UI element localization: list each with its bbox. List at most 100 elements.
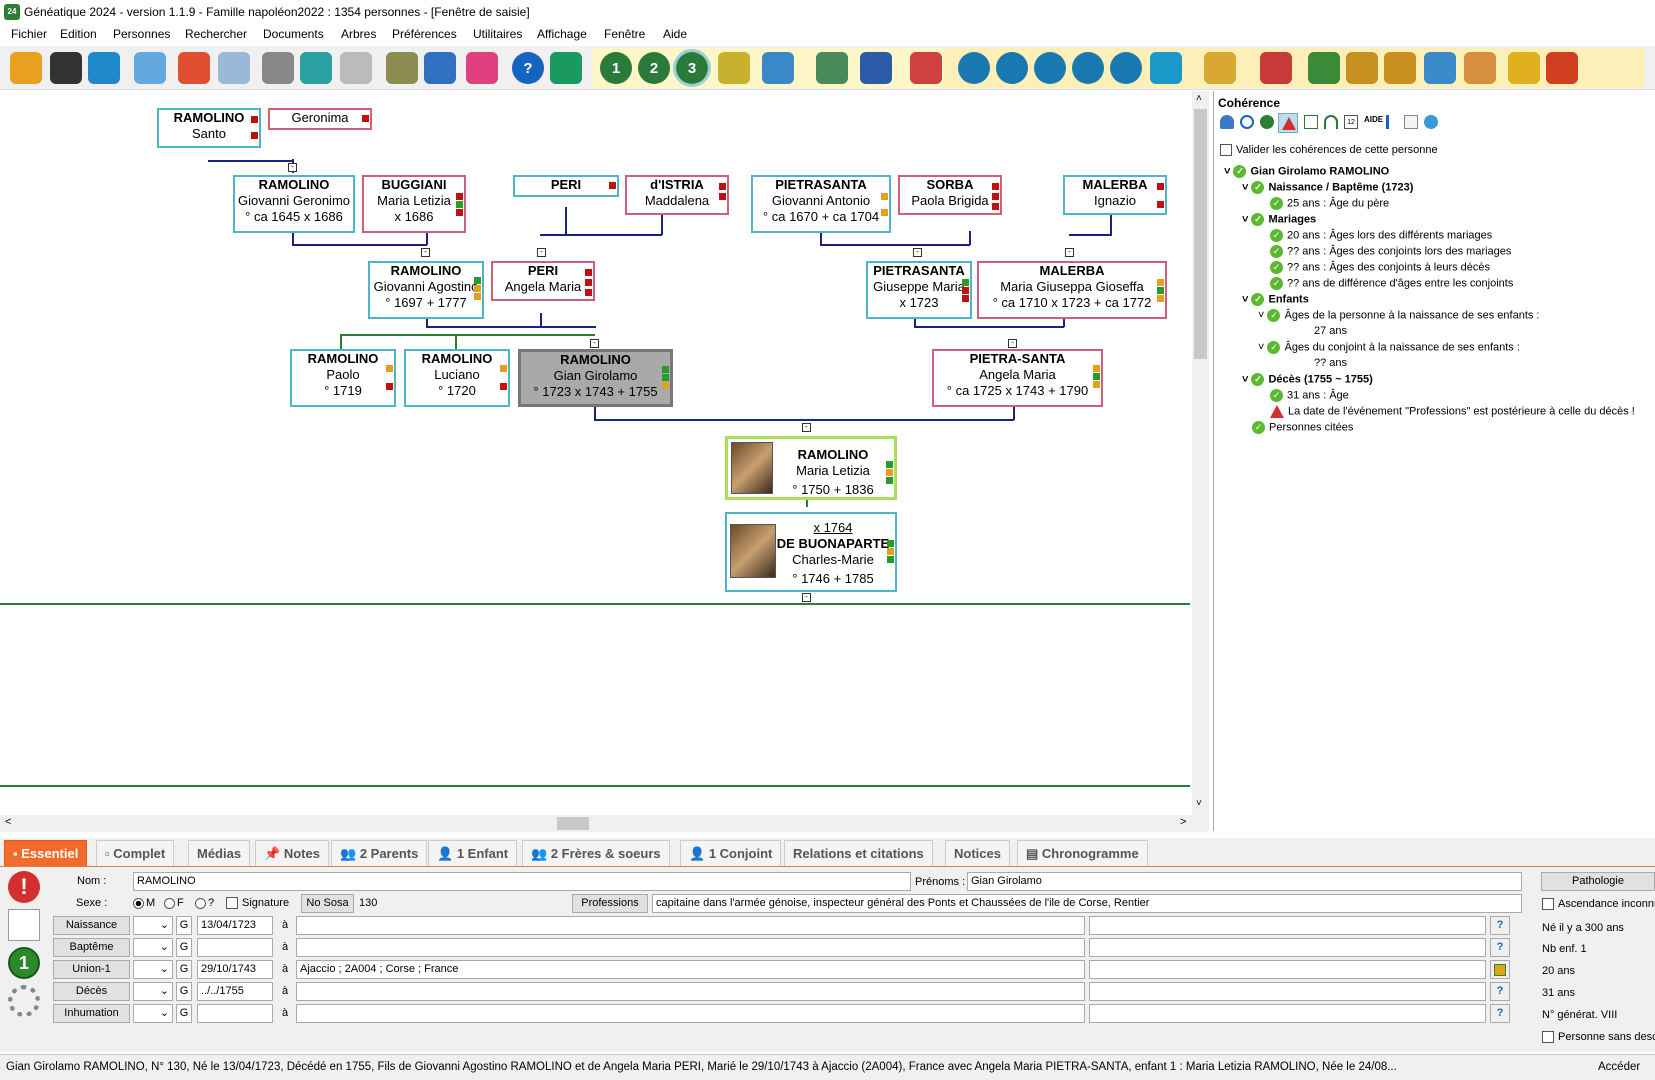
coherence-item[interactable]: ✓?? ans : Âges des conjoints lors des ma… (1270, 245, 1511, 258)
expand-icon[interactable] (1150, 52, 1182, 84)
family-tree-icon[interactable] (718, 52, 750, 84)
star-hand-icon[interactable] (550, 52, 582, 84)
person-box-gian-girolamo-selected[interactable]: RAMOLINO Gian Girolamo ° 1723 x 1743 + 1… (518, 349, 673, 407)
coherence-naissance[interactable]: ˅ ✓ Naissance / Baptême (1723) (1242, 181, 1413, 194)
coherence-enfants[interactable]: ˅ ✓ Enfants (1242, 293, 1309, 306)
scroll-up-icon[interactable]: ˄ (1196, 93, 1202, 104)
sosa-button[interactable]: No Sosa (301, 894, 354, 913)
person-box-peri-angela-maria[interactable]: PERI Angela Maria (491, 261, 595, 301)
document-icon[interactable] (340, 52, 372, 84)
coherence-item[interactable]: ✓?? ans : Âges des conjoints à leurs déc… (1270, 261, 1490, 274)
tab-essentiel[interactable]: ▪ Essentiel (4, 840, 88, 866)
event-bapteme-place[interactable] (296, 938, 1085, 957)
palette-icon[interactable] (466, 52, 498, 84)
coherence-item[interactable]: ✓ 25 ans : Âge du père (1270, 197, 1389, 210)
scroll-thumb[interactable] (557, 817, 589, 830)
event-inhumation-notes[interactable] (1089, 1004, 1486, 1023)
coherence-root[interactable]: ˅ ✓ Gian Girolamo RAMOLINO (1224, 165, 1389, 178)
printer-icon[interactable] (762, 52, 794, 84)
keyboard-icon[interactable] (262, 52, 294, 84)
expand-toggle[interactable]: - (1008, 339, 1017, 348)
coherence-deces[interactable]: ˅ ✓ Décès (1755 ~ 1755) (1242, 373, 1373, 386)
event-inhumation-button[interactable]: Inhumation (53, 1004, 130, 1023)
expand-toggle[interactable]: - (1065, 248, 1074, 257)
expand-toggle[interactable]: - (802, 423, 811, 432)
person-box-geronima[interactable]: Geronima (268, 108, 372, 130)
event-bapteme-notes[interactable] (1089, 938, 1486, 957)
scroll-down-icon[interactable]: ˅ (1196, 798, 1202, 809)
coherence-item[interactable]: ✓ Personnes citées (1252, 421, 1353, 434)
coherence-warning[interactable]: La date de l'événement "Professions" est… (1270, 405, 1635, 418)
coherence-mariages[interactable]: ˅ ✓ Mariages (1242, 213, 1316, 226)
person-add-icon[interactable] (1508, 52, 1540, 84)
arch-icon[interactable] (1324, 115, 1338, 129)
settings-gear-icon[interactable] (8, 985, 40, 1017)
event-union-button[interactable]: Union-1 (53, 960, 130, 979)
ascendance-checkbox[interactable]: Ascendance inconnue (1542, 898, 1655, 911)
menu-aide[interactable]: Aide (663, 27, 687, 41)
person-delete-icon[interactable] (1546, 52, 1578, 84)
menu-personnes[interactable]: Personnes (113, 27, 170, 41)
open-folder-icon[interactable] (10, 52, 42, 84)
tools-icon[interactable] (300, 52, 332, 84)
person-box-santo-ramolino[interactable]: RAMOLINO Santo (157, 108, 261, 148)
signature-checkbox[interactable]: Signature (226, 897, 289, 910)
briefcase-icon[interactable] (386, 52, 418, 84)
coherence-item[interactable]: ✓ 20 ans : Âges lors des différents maria… (1270, 229, 1492, 242)
window-icon[interactable] (424, 52, 456, 84)
event-deces-calendar[interactable]: G (176, 982, 192, 1001)
hand-icon[interactable] (134, 52, 166, 84)
person-box-pietrasanta-giovanni-antonio[interactable]: PIETRASANTA Giovanni Antonio ° ca 1670 +… (751, 175, 891, 233)
generation-badge-icon[interactable]: 1 (8, 947, 40, 979)
zoom-in-icon[interactable] (1110, 52, 1142, 84)
zoom-1-icon[interactable] (958, 52, 990, 84)
person-search-icon[interactable] (1204, 52, 1236, 84)
expand-toggle[interactable]: - (288, 163, 297, 172)
pathologie-button[interactable]: Pathologie (1541, 872, 1655, 891)
event-deces-date[interactable]: ../../1755 (197, 982, 273, 1001)
event-naissance-date[interactable]: 13/04/1723 (197, 916, 273, 935)
generation-2-icon[interactable]: 2 (638, 52, 670, 84)
event-naissance-place[interactable] (296, 916, 1085, 935)
event-bapteme-calendar[interactable]: G (176, 938, 192, 957)
professions-button[interactable]: Professions (572, 894, 648, 913)
person-box-sorba[interactable]: SORBA Paola Brigida (898, 175, 1002, 215)
person-box-giovanni-geronimo[interactable]: RAMOLINO Giovanni Geronimo ° ca 1645 x 1… (233, 175, 355, 233)
tab-chronogramme[interactable]: ▤ Chronogramme (1017, 840, 1148, 866)
expand-toggle[interactable]: - (802, 593, 811, 602)
zoom-out-icon[interactable] (1072, 52, 1104, 84)
expand-toggle[interactable]: - (537, 248, 546, 257)
event-inhumation-place[interactable] (296, 1004, 1085, 1023)
menu-documents[interactable]: Documents (263, 27, 324, 41)
event-bapteme-date[interactable] (197, 938, 273, 957)
menu-utilitaires[interactable]: Utilitaires (473, 27, 522, 41)
menu-arbres[interactable]: Arbres (341, 27, 376, 41)
person-box-malerba-ignazio[interactable]: MALERBA Ignazio (1063, 175, 1167, 215)
person-box-giovanni-agostino[interactable]: RAMOLINO Giovanni Agostino ° 1697 + 1777 (368, 261, 484, 319)
event-union-date[interactable]: 29/10/1743 (197, 960, 273, 979)
coherence-item[interactable]: ✓?? ans de différence d'âges entre les c… (1270, 277, 1513, 290)
tab-relations[interactable]: Relations et citations (784, 840, 933, 866)
union-couple-icon[interactable] (1490, 960, 1510, 979)
help-icon[interactable]: ? (1490, 938, 1510, 957)
sans-descendance-checkbox[interactable]: Personne sans descendance (1542, 1031, 1655, 1044)
event-deces-qualifier-select[interactable]: ⌄ (133, 982, 173, 1001)
menu-preferences[interactable]: Préférences (392, 27, 457, 41)
person-box-peri-top[interactable]: PERI (513, 175, 619, 197)
sexe-f-radio[interactable]: F (164, 897, 184, 909)
event-deces-button[interactable]: Décès (53, 982, 130, 1001)
tab-conjoint[interactable]: 👤 1 Conjoint (680, 840, 782, 866)
person-box-maria-letizia-root[interactable]: RAMOLINO Maria Letizia ° 1750 + 1836 (725, 436, 897, 500)
person-box-pietrasanta-giuseppe-maria[interactable]: PIETRASANTA Giuseppe Maria x 1723 (866, 261, 972, 319)
event-deces-place[interactable] (296, 982, 1085, 1001)
tree-icon[interactable] (1260, 115, 1274, 129)
coherence-item[interactable]: ˅ ✓ Âges du conjoint à la naissance de se… (1258, 341, 1520, 354)
event-inhumation-calendar[interactable]: G (176, 1004, 192, 1023)
tab-freres-soeurs[interactable]: 👥 2 Frères & soeurs (522, 840, 670, 866)
scroll-right-icon[interactable]: > (1180, 816, 1186, 828)
list-icon[interactable] (1404, 115, 1418, 129)
scroll-thumb[interactable] (1194, 109, 1207, 359)
person-box-pietra-santa-angela-maria[interactable]: PIETRA-SANTA Angela Maria ° ca 1725 x 17… (932, 349, 1103, 407)
tab-notes[interactable]: 📌 Notes (255, 840, 329, 866)
scroll-left-icon[interactable]: < (5, 816, 11, 828)
